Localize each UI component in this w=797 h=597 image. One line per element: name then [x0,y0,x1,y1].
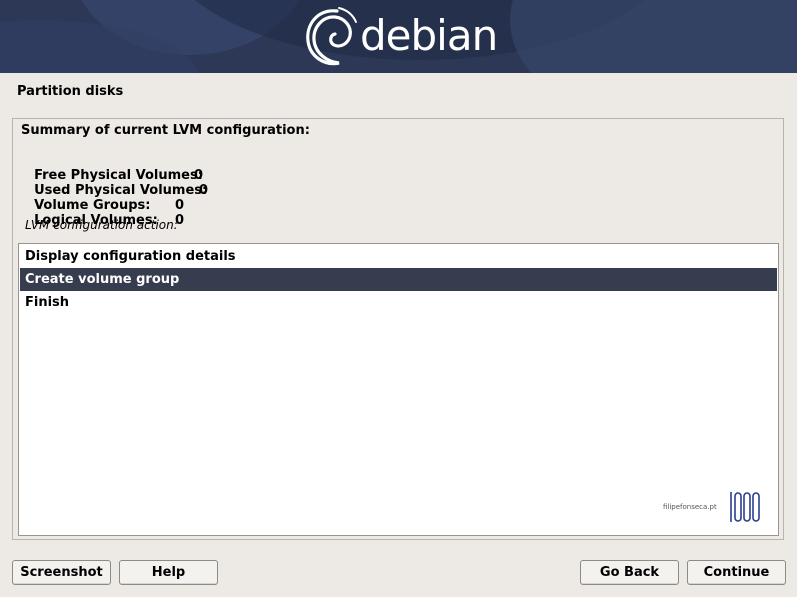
continue-button[interactable]: Continue [687,560,786,585]
option-display-configuration-details[interactable]: Display configuration details [20,245,777,268]
go-back-button[interactable]: Go Back [580,560,679,585]
debian-swirl-icon [306,7,357,66]
debian-logo-text: debian [360,11,498,60]
watermark-text: filipefonseca.pt [663,503,717,511]
watermark-logo-icon [730,492,760,522]
stat-value: 0 [199,183,209,198]
summary-title: Summary of current LVM configuration: [21,123,310,138]
page-title: Partition disks [17,84,124,99]
action-label: LVM configuration action: [25,218,178,232]
help-button[interactable]: Help [119,560,218,585]
stat-value: 0 [175,198,185,213]
header-banner: debian [0,0,797,73]
watermark: filipefonseca.pt [663,491,763,523]
screenshot-button[interactable]: Screenshot [12,560,111,585]
option-create-volume-group[interactable]: Create volume group [20,268,777,291]
option-finish[interactable]: Finish [20,291,777,314]
